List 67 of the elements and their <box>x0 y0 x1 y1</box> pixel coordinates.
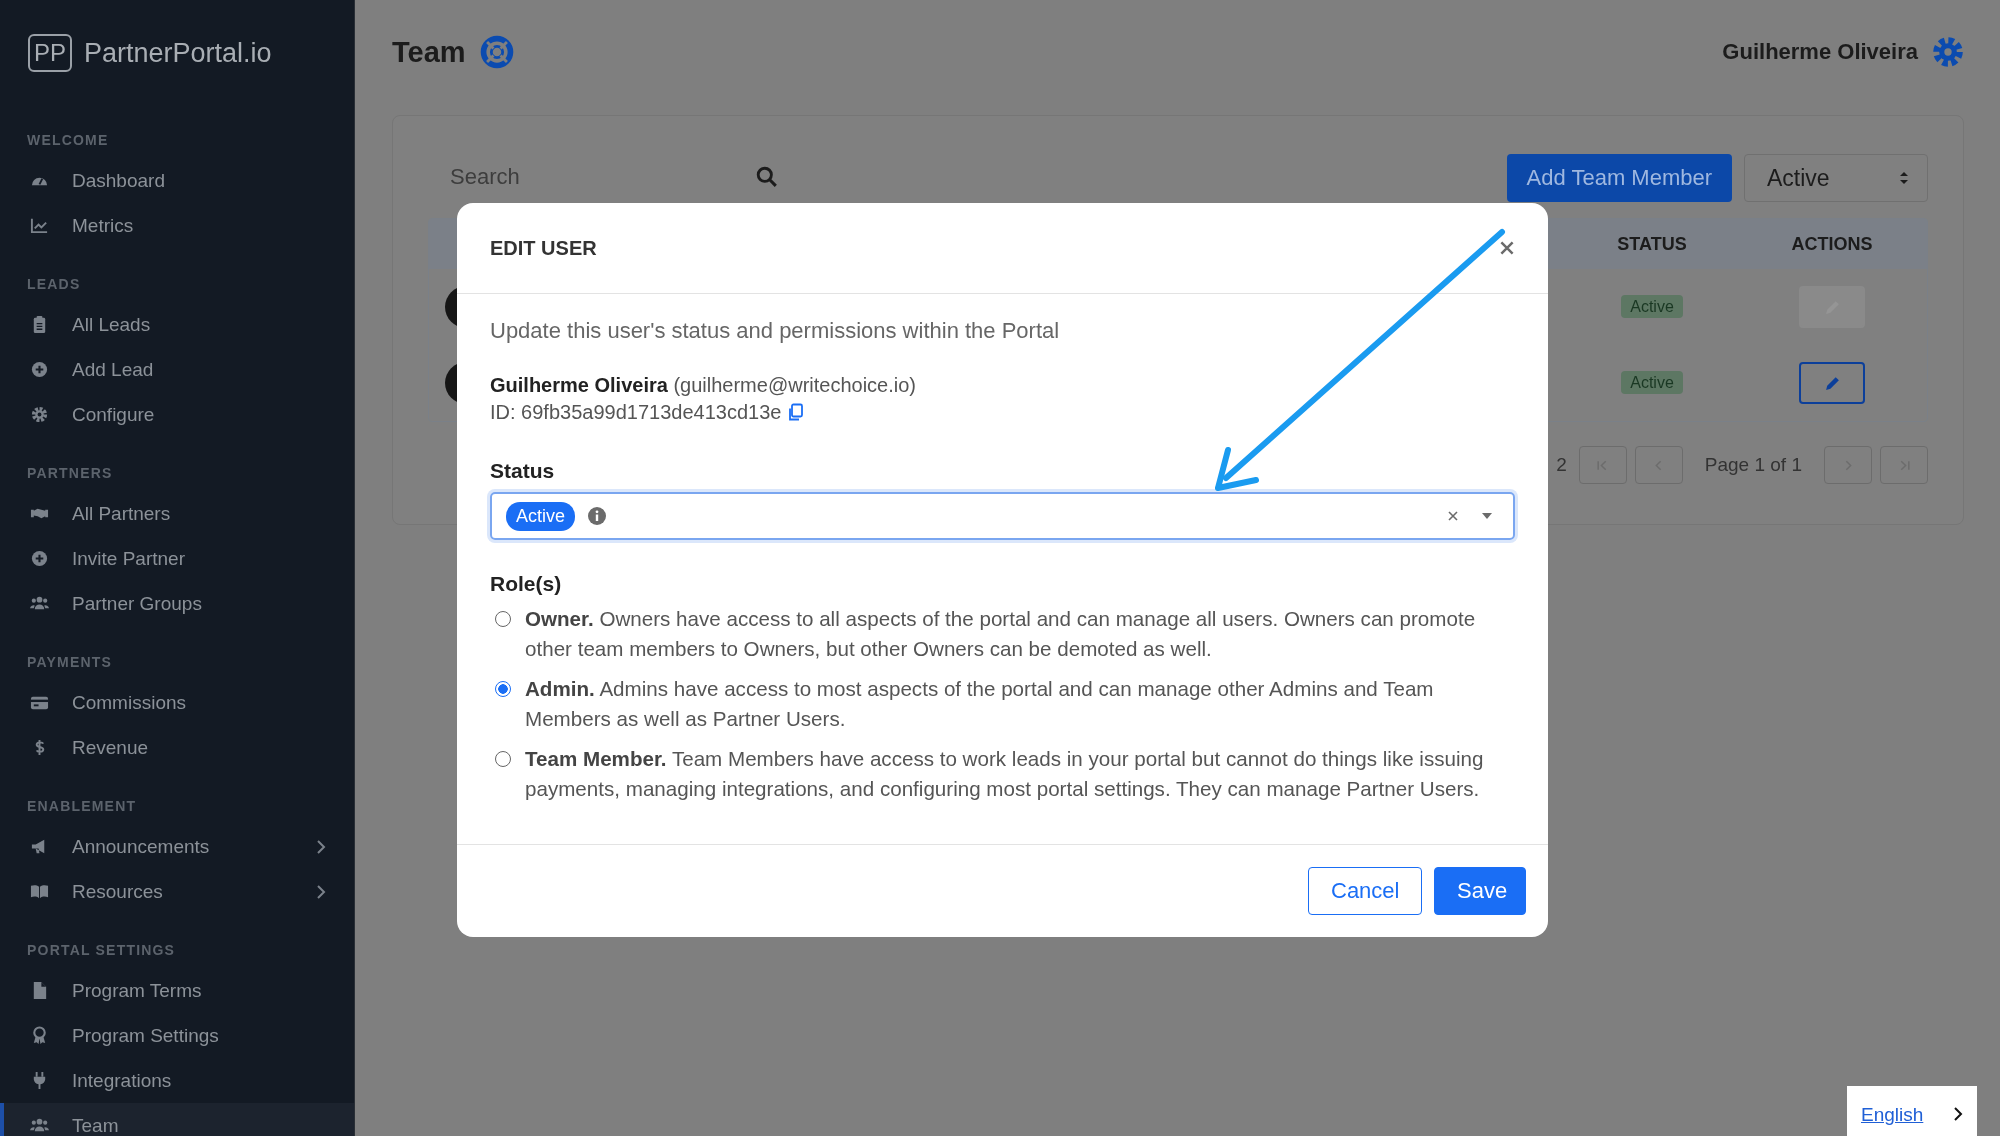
page-indicator: Page 1 of 1 <box>1704 454 1802 476</box>
status-badge: Active <box>1621 295 1683 318</box>
page-count-text: 2 <box>1556 454 1567 476</box>
user-name[interactable]: Guilherme Oliveira <box>1722 39 1918 65</box>
section-heading: ENABLEMENT <box>26 798 138 814</box>
role-radio[interactable] <box>495 681 511 697</box>
pencil-icon <box>1823 374 1841 392</box>
status-chip: Active <box>506 501 576 531</box>
book-icon <box>30 882 49 901</box>
user-details: Guilherme Oliveira (guilherme@writechoice.io) <box>490 374 918 397</box>
nav-item[interactable]: Commissions <box>0 680 354 725</box>
role-radio[interactable] <box>495 751 511 767</box>
column-header: ACTIONS <box>1790 233 1874 255</box>
field-label: Status <box>490 459 556 483</box>
status-select[interactable]: Active <box>490 492 1515 540</box>
nav-item[interactable]: Partner Groups <box>0 581 354 626</box>
nav-item[interactable]: Configure <box>0 392 354 437</box>
nav-item[interactable]: Invite Partner <box>0 536 354 581</box>
nav-item[interactable]: Program Settings <box>0 1013 354 1058</box>
logo-mark: PP <box>28 34 72 72</box>
column-header: STATUS <box>1616 233 1688 255</box>
chart-icon <box>30 216 49 235</box>
award-icon <box>30 1026 49 1045</box>
nav-item[interactable]: Integrations <box>0 1058 354 1103</box>
settings-icon <box>30 405 49 424</box>
search-field[interactable]: Search <box>448 163 756 191</box>
caret-icon[interactable] <box>1481 512 1493 520</box>
role-radio[interactable] <box>495 611 511 627</box>
dialog-description: Update this user's status and permissions within the Portal <box>490 318 1061 344</box>
section-heading: PAYMENTS <box>26 654 114 670</box>
status-filter-select[interactable]: Active <box>1744 154 1928 202</box>
role-description: Team Member. Team Members have access to work leads in your portal but cannot do things like issuing payments, managing integrations, and configuring most portal settings. They can manage Partner Users. <box>525 746 1485 802</box>
edit-button[interactable] <box>1799 362 1865 404</box>
cancel-button[interactable]: Cancel <box>1308 867 1422 915</box>
user-id: ID: 69fb35a99d1713de413cd13e <box>490 401 782 424</box>
copy-icon[interactable] <box>787 403 804 422</box>
sort-icon <box>1899 171 1909 185</box>
nav-item[interactable]: Resources <box>0 869 354 914</box>
language-link[interactable]: English <box>1861 1104 1924 1126</box>
save-button[interactable]: Save <box>1434 867 1526 915</box>
section-heading: WELCOME <box>26 132 110 148</box>
status-badge: Active <box>1621 371 1683 394</box>
nav-item[interactable]: Revenue <box>0 725 354 770</box>
close-icon[interactable] <box>1498 239 1516 257</box>
role-description: Owner. Owners have access to all aspects of the portal and can manage all users. Owners can promote other team members to Owners, but other Owners can be demoted as well. <box>525 606 1477 662</box>
chevron-right-icon[interactable] <box>1953 1106 1964 1122</box>
page-title: Team <box>392 35 466 69</box>
nav-item[interactable]: All Leads <box>0 302 354 347</box>
clear-icon[interactable] <box>1447 510 1459 522</box>
info-icon[interactable] <box>587 506 608 526</box>
nav-item[interactable]: All Partners <box>0 491 354 536</box>
plus-icon <box>30 360 49 379</box>
nav-item[interactable]: Program Terms <box>0 968 354 1013</box>
role-description: Admin. Admins have access to most aspects of the portal and can manage other Admins and Team Members as well as Partner Users. <box>525 676 1435 732</box>
nav-item[interactable]: Announcements <box>0 824 354 869</box>
section-heading: PARTNERS <box>26 465 114 481</box>
add-team-member-button[interactable]: Add Team Member <box>1506 154 1732 202</box>
brand-name: PartnerPortal.io <box>84 37 272 69</box>
nav-item[interactable]: Dashboard <box>0 158 354 203</box>
section-heading: PORTAL SETTINGS <box>26 942 177 958</box>
nav-item[interactable]: Add Lead <box>0 347 354 392</box>
section-heading: LEADS <box>26 276 82 292</box>
search-icon[interactable] <box>756 166 778 188</box>
nav-item[interactable]: Metrics <box>0 203 354 248</box>
plus-icon <box>30 549 49 568</box>
dialog-title: EDIT USER <box>490 236 597 260</box>
field-label: Role(s) <box>490 572 563 596</box>
